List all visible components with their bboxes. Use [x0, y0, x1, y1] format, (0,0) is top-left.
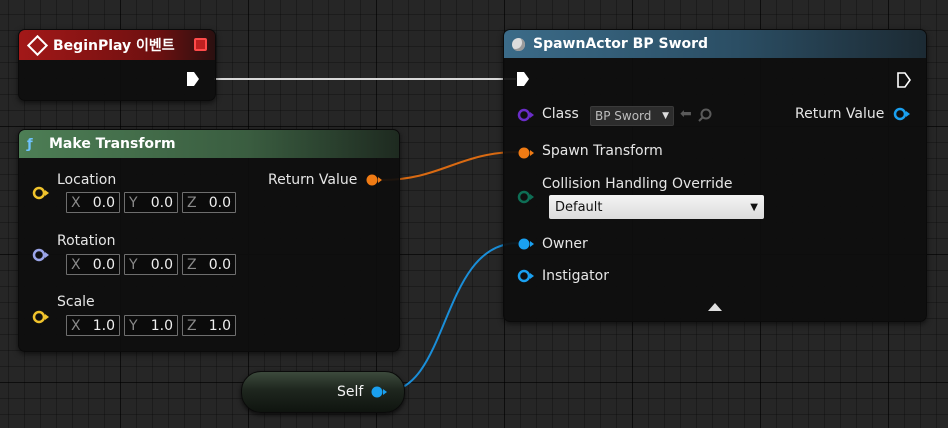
- chevron-down-icon: ▼: [750, 201, 758, 213]
- class-label: Class: [542, 106, 579, 122]
- beginplay-header[interactable]: BeginPlay 이벤트: [19, 30, 215, 60]
- class-pin[interactable]: [516, 108, 536, 122]
- class-select-value: BP Sword: [595, 109, 652, 123]
- make-transform-header[interactable]: ƒ Make Transform: [19, 130, 399, 158]
- location-pin[interactable]: [32, 186, 50, 200]
- make-transform-title: Make Transform: [49, 136, 176, 152]
- collision-override-label: Collision Handling Override: [542, 176, 733, 192]
- rotation-label: Rotation: [57, 233, 116, 249]
- self-node[interactable]: Self: [241, 371, 405, 413]
- location-y-field[interactable]: Y 0.0: [124, 192, 178, 213]
- rotation-y-field[interactable]: Y 0.0: [124, 254, 178, 275]
- rotation-pin[interactable]: [32, 248, 50, 262]
- transform-return-pin[interactable]: [365, 173, 383, 187]
- spawn-exec-in-pin[interactable]: [516, 71, 530, 87]
- location-fields: X 0.0 Y 0.0 Z 0.0: [66, 192, 236, 213]
- rotation-z-field[interactable]: Z 0.0: [182, 254, 236, 275]
- spawn-actor-node[interactable]: SpawnActor BP Sword Class BP Sword ▼ ⬅ R…: [503, 29, 927, 322]
- spawn-exec-out-pin[interactable]: [896, 71, 912, 89]
- transform-wire: [381, 151, 519, 181]
- make-transform-return-label: Return Value: [268, 172, 358, 188]
- delegate-pin[interactable]: [194, 38, 207, 51]
- self-output-pin[interactable]: [369, 385, 389, 399]
- collision-override-value: Default: [555, 199, 603, 215]
- instigator-pin[interactable]: [516, 269, 536, 283]
- event-diamond-icon: [26, 34, 49, 56]
- spawn-return-label: Return Value: [795, 106, 885, 122]
- scale-x-field[interactable]: X 1.0: [66, 315, 120, 336]
- location-z-field[interactable]: Z 0.0: [182, 192, 236, 213]
- collision-override-select[interactable]: Default ▼: [549, 195, 764, 219]
- spawn-transform-label: Spawn Transform: [542, 143, 663, 159]
- location-label: Location: [57, 172, 117, 188]
- spawn-transform-pin[interactable]: [516, 146, 536, 160]
- chevron-down-icon: ▼: [662, 111, 669, 121]
- owner-label: Owner: [542, 236, 588, 252]
- location-x-field[interactable]: X 0.0: [66, 192, 120, 213]
- beginplay-title: BeginPlay 이벤트: [53, 38, 175, 54]
- owner-wire: [383, 242, 519, 393]
- spawn-actor-header[interactable]: SpawnActor BP Sword: [504, 30, 926, 58]
- scale-z-field[interactable]: Z 1.0: [182, 315, 236, 336]
- collapse-advanced-arrow-icon[interactable]: [707, 301, 723, 313]
- owner-pin[interactable]: [516, 237, 536, 251]
- make-transform-node[interactable]: ƒ Make Transform Return Value Location X…: [18, 129, 400, 352]
- use-selected-arrow-icon[interactable]: ⬅: [680, 106, 692, 122]
- instigator-label: Instigator: [542, 268, 609, 284]
- spawn-actor-icon: [512, 37, 525, 51]
- spawn-actor-title: SpawnActor BP Sword: [533, 36, 709, 52]
- function-f-icon: ƒ: [27, 136, 33, 152]
- scale-label: Scale: [57, 294, 95, 310]
- browse-search-icon[interactable]: [698, 108, 712, 122]
- scale-fields: X 1.0 Y 1.0 Z 1.0: [66, 315, 236, 336]
- rotation-x-field[interactable]: X 0.0: [66, 254, 120, 275]
- scale-y-field[interactable]: Y 1.0: [124, 315, 178, 336]
- beginplay-event-node[interactable]: BeginPlay 이벤트: [18, 29, 216, 101]
- rotation-fields: X 0.0 Y 0.0 Z 0.0: [66, 254, 236, 275]
- class-select[interactable]: BP Sword ▼: [590, 106, 674, 126]
- scale-pin[interactable]: [32, 310, 50, 324]
- beginplay-exec-out-pin[interactable]: [186, 71, 200, 87]
- self-label: Self: [337, 384, 364, 400]
- spawn-return-pin[interactable]: [892, 107, 912, 121]
- collision-override-pin[interactable]: [516, 190, 536, 204]
